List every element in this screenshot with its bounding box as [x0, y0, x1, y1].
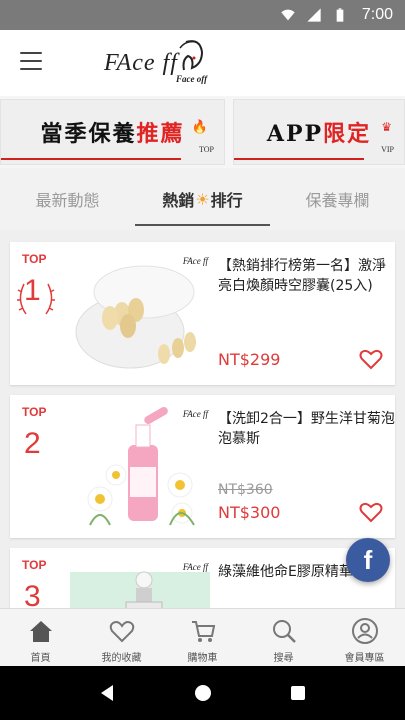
tab-label: 保養專欄: [305, 191, 370, 210]
tab-label: 排行: [210, 191, 243, 210]
banner-app-exclusive[interactable]: APP限定 ♛ VIP: [233, 99, 405, 165]
banner-title: APP限定: [266, 121, 372, 147]
rank-number: 2: [24, 427, 41, 460]
banner-subtitle: VIP: [381, 145, 394, 154]
thumb-logo: FAce ff: [182, 409, 208, 419]
product-card[interactable]: TOP 3 FAce ff 綠藻維他命E膠原精華液: [10, 548, 395, 608]
home-icon: [29, 621, 52, 642]
tab-latest-news[interactable]: 最新動態: [0, 168, 135, 230]
favorite-heart-icon[interactable]: [359, 347, 383, 371]
nav-home[interactable]: 首頁: [0, 609, 81, 666]
top-label: TOP: [22, 558, 47, 572]
nav-label: 我的收藏: [101, 653, 142, 664]
product-price: NT$300: [218, 503, 281, 522]
nav-label: 首頁: [30, 653, 51, 664]
recents-icon[interactable]: [288, 683, 308, 703]
app-header: FAce ff Face off: [0, 30, 405, 96]
tab-skincare-column[interactable]: 保養專欄: [270, 168, 405, 230]
product-list[interactable]: TOP 1 FAce ff 【熱銷排行榜第一名】激淨亮白煥顏時空膠囊(25入) …: [0, 230, 405, 608]
capsule-jar-image: [75, 265, 196, 369]
product-card[interactable]: TOP 2 FAce ff 【洗卸2合一】野生洋甘菊泡泡慕斯 NT$360 NT…: [10, 395, 395, 538]
product-original-price: NT$360: [218, 482, 273, 498]
tab-label: 熱銷: [162, 191, 195, 210]
back-icon[interactable]: [98, 683, 118, 703]
product-title[interactable]: 【洗卸2合一】野生洋甘菊泡泡慕斯: [218, 409, 398, 449]
logo-face-icon: [179, 40, 204, 71]
facebook-button[interactable]: f: [346, 538, 390, 582]
home-circle-icon[interactable]: [193, 683, 213, 703]
product-card[interactable]: TOP 1 FAce ff 【熱銷排行榜第一名】激淨亮白煥顏時空膠囊(25入) …: [10, 242, 395, 385]
battery-icon: [336, 8, 344, 22]
status-time: 7:00: [361, 6, 393, 23]
nav-favorites[interactable]: 我的收藏: [81, 609, 162, 666]
mousse-bottle-image: [87, 407, 195, 526]
hamburger-icon[interactable]: [20, 52, 42, 70]
product-title[interactable]: 【熱銷排行榜第一名】激淨亮白煥顏時空膠囊(25入): [218, 256, 398, 296]
nav-member[interactable]: 會員專區: [324, 609, 405, 666]
sun-icon: ☀: [195, 189, 210, 209]
nav-cart[interactable]: 購物車: [162, 609, 243, 666]
favorite-heart-icon[interactable]: [359, 500, 383, 524]
signal-icon: [307, 8, 321, 22]
nav-search[interactable]: 搜尋: [243, 609, 324, 666]
logo-text: FAce ff: [104, 50, 178, 76]
top-label: TOP: [22, 405, 47, 419]
user-icon: [351, 618, 378, 644]
rank-number: 3: [24, 580, 41, 608]
promo-banners: 當季保養推薦 🔥 TOP APP限定 ♛ VIP: [0, 96, 405, 168]
flame-icon: 🔥: [191, 120, 208, 135]
banner-underline: [234, 158, 364, 160]
banner-subtitle: TOP: [199, 145, 214, 154]
product-image[interactable]: FAce ff: [70, 405, 210, 529]
product-image[interactable]: FAce ff: [70, 252, 210, 376]
cart-icon: [191, 621, 215, 642]
top-label: TOP: [22, 252, 47, 266]
faceoff-logo[interactable]: FAce ff Face off: [104, 38, 234, 88]
product-image[interactable]: FAce ff: [70, 558, 210, 608]
banner-underline: [1, 158, 181, 160]
bottom-navigation: 首頁 我的收藏 購物車 搜尋 會員專區: [0, 608, 405, 666]
logo-subtext: Face off: [176, 74, 208, 84]
nav-label: 購物車: [187, 653, 218, 664]
nav-label: 搜尋: [273, 653, 294, 664]
banner-title: 當季保養推薦: [40, 121, 185, 147]
facebook-icon: f: [363, 544, 373, 575]
heart-icon: [109, 621, 134, 643]
status-bar: 7:00: [0, 0, 405, 30]
banner-seasonal-skincare[interactable]: 當季保養推薦 🔥 TOP: [0, 99, 225, 165]
search-icon: [272, 620, 296, 643]
category-tabs: 最新動態 熱銷 ☀ 排行 保養專欄: [0, 168, 405, 230]
tab-label: 最新動態: [35, 191, 100, 210]
rank-number: 1: [24, 274, 41, 307]
thumb-logo: FAce ff: [182, 256, 208, 266]
wifi-icon: [281, 9, 295, 21]
product-price: NT$299: [218, 350, 281, 369]
tab-bestseller-ranking[interactable]: 熱銷 ☀ 排行: [135, 168, 270, 230]
nav-label: 會員專區: [344, 653, 385, 664]
thumb-logo: FAce ff: [182, 562, 208, 572]
crown-icon: ♛: [381, 120, 392, 134]
system-navigation-bar: [0, 666, 405, 720]
